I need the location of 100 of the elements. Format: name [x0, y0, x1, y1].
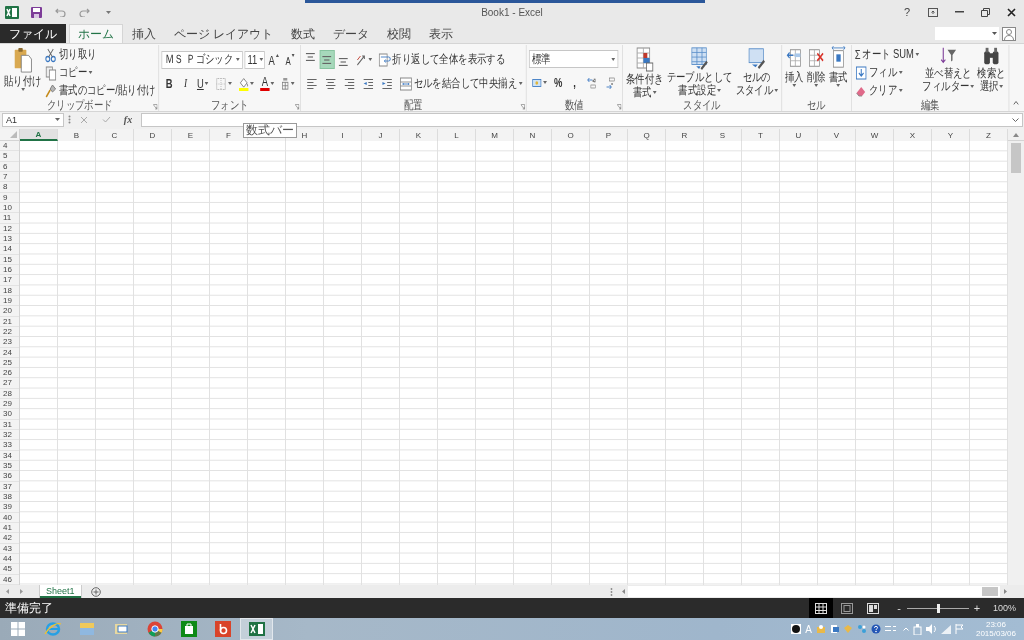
- row-header[interactable]: 45: [0, 564, 19, 575]
- autosum-button[interactable]: Σオート SUM: [853, 46, 921, 63]
- row-header[interactable]: 28: [0, 388, 19, 400]
- row-header[interactable]: 23: [0, 337, 19, 348]
- ribbon-tab[interactable]: ページ レイアウト: [165, 24, 283, 43]
- font-size-field[interactable]: 11: [244, 50, 265, 69]
- italic-button[interactable]: I: [178, 74, 194, 93]
- row-header[interactable]: 44: [0, 554, 19, 565]
- row-header[interactable]: 14: [0, 244, 19, 255]
- percent-button[interactable]: %: [550, 73, 566, 92]
- insert-cells-button[interactable]: 挿入: [784, 46, 805, 88]
- sheet-tab[interactable]: Sheet1: [40, 585, 81, 598]
- row-header[interactable]: 15: [0, 254, 19, 265]
- clear-button[interactable]: クリア: [853, 82, 904, 99]
- column-header[interactable]: W: [856, 129, 894, 141]
- new-sheet-button[interactable]: [90, 585, 101, 598]
- row-header[interactable]: 37: [0, 481, 19, 493]
- column-header[interactable]: D: [134, 129, 172, 141]
- dialog-launcher-button[interactable]: [294, 104, 300, 110]
- column-header[interactable]: I: [324, 129, 362, 141]
- row-header[interactable]: 10: [0, 202, 19, 214]
- dialog-launcher-button[interactable]: [153, 104, 158, 110]
- row-header[interactable]: 19: [0, 295, 19, 307]
- comma-style-button[interactable]: ,: [567, 73, 583, 92]
- grow-font-button[interactable]: A: [266, 50, 282, 69]
- help-button[interactable]: ?: [894, 1, 920, 23]
- column-header[interactable]: R: [666, 129, 704, 141]
- row-header[interactable]: 27: [0, 378, 19, 389]
- row-header[interactable]: 11: [0, 213, 19, 224]
- bold-button[interactable]: B: [161, 74, 177, 93]
- row-header[interactable]: 39: [0, 502, 19, 513]
- row-header[interactable]: 20: [0, 306, 19, 317]
- zoom-in-button[interactable]: +: [970, 598, 983, 618]
- column-header[interactable]: L: [438, 129, 476, 141]
- row-header[interactable]: 13: [0, 233, 19, 245]
- cell-grid[interactable]: [20, 141, 1008, 585]
- ribbon-tab[interactable]: ホーム: [69, 24, 123, 44]
- spreadsheet-app-button[interactable]: [240, 618, 273, 640]
- column-header[interactable]: Y: [932, 129, 970, 141]
- row-header[interactable]: 9: [0, 192, 19, 203]
- cut-button[interactable]: 切り取り: [43, 46, 98, 63]
- format-painter-button[interactable]: 書式のコピー/貼り付け: [43, 82, 157, 99]
- column-header[interactable]: A: [20, 129, 58, 141]
- font-color-button[interactable]: A: [257, 74, 277, 93]
- row-header[interactable]: 24: [0, 347, 19, 358]
- merge-center-button[interactable]: セルを結合して中央揃え: [398, 75, 524, 92]
- row-header[interactable]: 43: [0, 543, 19, 554]
- name-box[interactable]: A1: [2, 112, 64, 127]
- scrollbar-thumb[interactable]: [982, 587, 998, 596]
- middle-align-button[interactable]: [319, 50, 335, 69]
- file-tab[interactable]: ファイル: [0, 24, 66, 43]
- zoom-slider[interactable]: [906, 603, 969, 613]
- row-header[interactable]: 7: [0, 171, 19, 183]
- cell-styles-button[interactable]: セルの スタイル: [734, 46, 779, 97]
- column-header[interactable]: N: [514, 129, 552, 141]
- column-header[interactable]: P: [590, 129, 628, 141]
- row-header[interactable]: 38: [0, 492, 19, 503]
- ribbon-tab[interactable]: 挿入: [123, 24, 165, 43]
- column-header[interactable]: S: [704, 129, 742, 141]
- row-header[interactable]: 40: [0, 512, 19, 524]
- insert-function-button[interactable]: fx: [119, 112, 137, 127]
- ribbon-tab[interactable]: データ: [324, 24, 379, 43]
- column-header[interactable]: X: [894, 129, 932, 141]
- row-header[interactable]: 42: [0, 533, 19, 544]
- row-header[interactable]: 5: [0, 151, 19, 162]
- zoom-thumb[interactable]: [936, 603, 940, 613]
- underline-button[interactable]: U: [194, 74, 211, 93]
- row-header[interactable]: 26: [0, 368, 19, 379]
- format-as-table-button[interactable]: テーブルとして 書式設定: [665, 46, 734, 97]
- column-header[interactable]: B: [58, 129, 96, 141]
- font-field[interactable]: ＭＳ Ｐゴシック: [161, 50, 243, 69]
- ribbon-tab[interactable]: 表示: [420, 24, 463, 43]
- row-header[interactable]: 16: [0, 264, 19, 276]
- row-header[interactable]: 30: [0, 409, 19, 420]
- dialog-launcher-button[interactable]: [520, 104, 525, 110]
- ribbon-tab[interactable]: 数式: [282, 24, 325, 43]
- column-header[interactable]: E: [172, 129, 210, 141]
- ribbon-tab[interactable]: 校閲: [378, 24, 421, 43]
- column-header[interactable]: O: [552, 129, 590, 141]
- format-cells-button[interactable]: 書式: [828, 46, 849, 88]
- column-header[interactable]: Q: [628, 129, 666, 141]
- row-header[interactable]: 41: [0, 523, 19, 534]
- number-format-field[interactable]: 標準: [528, 50, 619, 68]
- delete-cells-button[interactable]: 削除: [806, 46, 827, 88]
- row-header[interactable]: 22: [0, 326, 19, 338]
- row-header[interactable]: 31: [0, 419, 19, 431]
- row-header[interactable]: 33: [0, 440, 19, 451]
- row-header[interactable]: 36: [0, 471, 19, 482]
- row-header[interactable]: 6: [0, 161, 19, 172]
- column-header[interactable]: V: [818, 129, 856, 141]
- row-header[interactable]: 25: [0, 357, 19, 369]
- row-header[interactable]: 34: [0, 450, 19, 462]
- zoom-out-button[interactable]: -: [892, 598, 905, 618]
- fill-button[interactable]: フィル: [853, 64, 904, 81]
- column-header[interactable]: C: [96, 129, 134, 141]
- row-header[interactable]: 18: [0, 285, 19, 296]
- row-header[interactable]: 35: [0, 461, 19, 472]
- row-header[interactable]: 29: [0, 399, 19, 410]
- row-header[interactable]: 17: [0, 275, 19, 286]
- row-header[interactable]: 21: [0, 316, 19, 327]
